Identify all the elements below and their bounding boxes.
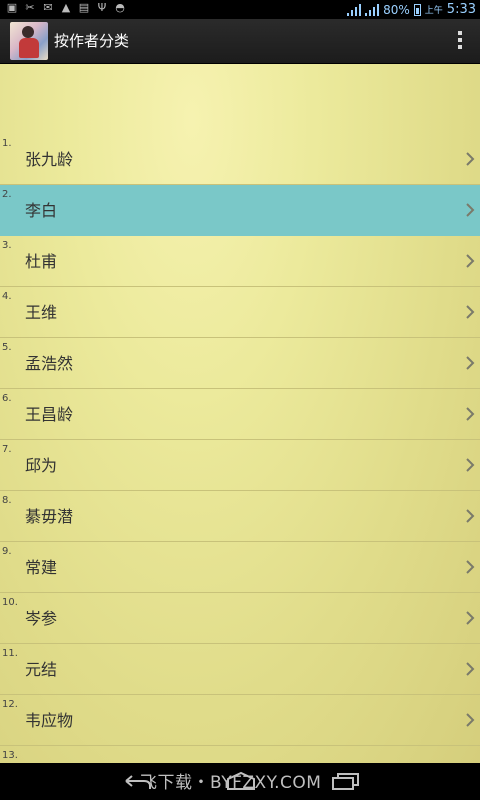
- list-item-label: 岑参: [25, 609, 58, 628]
- list-item[interactable]: 3. 杜甫: [0, 236, 480, 287]
- status-system-icons: 80% 上午 5:33: [347, 1, 476, 18]
- navigation-bar: 飞下载・BYFZXY.COM: [0, 763, 480, 800]
- chevron-right-icon: [466, 356, 475, 370]
- list-item-number: 8.: [2, 495, 12, 506]
- list-item-label: 常建: [25, 558, 58, 577]
- list-item[interactable]: 12. 韦应物: [0, 695, 480, 746]
- author-list[interactable]: 1. 张九龄 2. 李白 3. 杜甫 4. 王维 5. 孟浩然 6. 王昌龄 7. 邱为 8. 綦毋潜 9. 常建…: [0, 134, 480, 763]
- chevron-right-icon: [466, 152, 475, 166]
- list-item[interactable]: 11. 元结: [0, 644, 480, 695]
- chevron-right-icon: [466, 203, 475, 217]
- app-logo-icon[interactable]: [10, 22, 48, 60]
- chevron-right-icon: [466, 560, 475, 574]
- chevron-right-icon: [466, 305, 475, 319]
- list-item-label: 元结: [25, 660, 58, 679]
- list-item[interactable]: 5. 孟浩然: [0, 338, 480, 389]
- cell-signal-icon: [365, 3, 380, 16]
- list-item[interactable]: 9. 常建: [0, 542, 480, 593]
- list-item[interactable]: 7. 邱为: [0, 440, 480, 491]
- list-item-label: 杜甫: [25, 252, 58, 271]
- list-item-number: 10.: [2, 597, 18, 608]
- chevron-right-icon: [466, 254, 475, 268]
- clock-ampm: 上午: [424, 6, 443, 16]
- status-bar: ▣ ✂ ✉ ▲ ▤ Ψ ◓ 80% 上午 5:33: [0, 0, 480, 19]
- list-item-number: 13.: [2, 750, 18, 761]
- list-item-label: 李白: [25, 201, 58, 220]
- download-icon: ▤: [78, 1, 90, 14]
- usb-debug-icon: ✂: [25, 1, 35, 14]
- overflow-menu-icon[interactable]: [456, 31, 464, 51]
- list-item-number: 2.: [2, 189, 12, 200]
- clock-time: 5:33: [446, 2, 476, 17]
- chevron-right-icon: [466, 713, 475, 727]
- list-item-label: 张九龄: [25, 150, 74, 169]
- android-icon: ◓: [115, 1, 125, 14]
- author-list-panel: 1. 张九龄 2. 李白 3. 杜甫 4. 王维 5. 孟浩然 6. 王昌龄 7. 邱为 8. 綦毋潜 9. 常建…: [0, 64, 480, 763]
- recent-apps-icon[interactable]: [330, 771, 362, 791]
- list-item[interactable]: 6. 王昌龄: [0, 389, 480, 440]
- status-notification-icons: ▣ ✂ ✉ ▲ ▤ Ψ ◓: [6, 2, 126, 14]
- list-item-number: 11.: [2, 648, 18, 659]
- list-item-label: 孟浩然: [25, 354, 74, 373]
- battery-percent: 80%: [383, 2, 410, 17]
- list-item-number: 5.: [2, 342, 12, 353]
- chevron-right-icon: [466, 458, 475, 472]
- list-item-label: 王昌龄: [25, 405, 74, 424]
- list-item-label: 邱为: [25, 456, 58, 475]
- notification-icon: ✉: [43, 1, 53, 14]
- list-item[interactable]: 10. 岑参: [0, 593, 480, 644]
- warning-icon: ▲: [61, 1, 71, 14]
- list-item[interactable]: 13.柳宗元: [0, 746, 480, 763]
- chevron-right-icon: [466, 407, 475, 421]
- list-item-number: 6.: [2, 393, 12, 404]
- list-item-number: 4.: [2, 291, 12, 302]
- chevron-right-icon: [466, 662, 475, 676]
- watermark-text: 飞下载・BYFZXY.COM: [140, 773, 322, 793]
- list-item-label: 王维: [25, 303, 58, 322]
- list-item-number: 7.: [2, 444, 12, 455]
- wifi-signal-icon: [347, 3, 362, 16]
- list-item-number: 1.: [2, 138, 12, 149]
- list-item-label: 韦应物: [25, 711, 74, 730]
- chevron-right-icon: [466, 509, 475, 523]
- list-item[interactable]: 4. 王维: [0, 287, 480, 338]
- list-item[interactable]: 1. 张九龄: [0, 134, 480, 185]
- battery-icon: [413, 3, 421, 16]
- list-item-number: 12.: [2, 699, 18, 710]
- chevron-right-icon: [466, 611, 475, 625]
- usb-icon: Ψ: [97, 1, 107, 14]
- sd-card-icon: ▣: [6, 1, 18, 14]
- action-bar: 按作者分类: [0, 19, 480, 64]
- list-item-number: 9.: [2, 546, 12, 557]
- list-item[interactable]: 8. 綦毋潜: [0, 491, 480, 542]
- list-item[interactable]: 2. 李白: [0, 185, 480, 236]
- list-item-label: 綦毋潜: [25, 507, 74, 526]
- list-item-number: 3.: [2, 240, 12, 251]
- page-title: 按作者分类: [54, 32, 130, 50]
